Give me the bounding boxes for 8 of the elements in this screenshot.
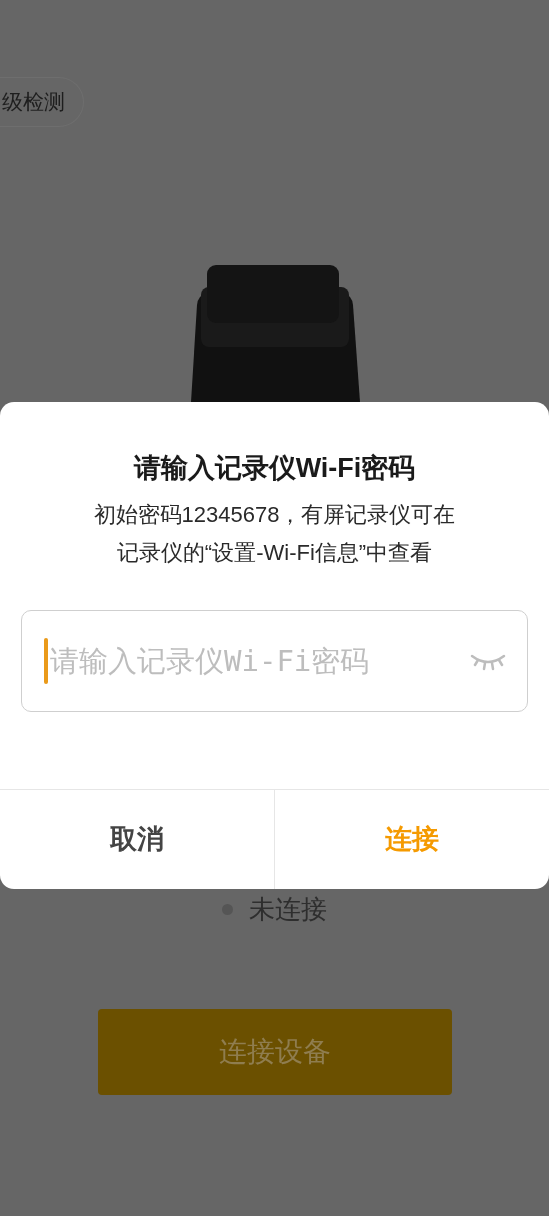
connect-device-button[interactable]: 连接设备 [97, 1009, 452, 1095]
dialog-message: 初始密码12345678，有屏记录仪可在 [93, 501, 456, 529]
cancel-button[interactable]: 取消 [0, 790, 274, 889]
connection-status: 未连接 [249, 893, 327, 926]
password-field[interactable]: 请输入记录仪Wi-Fi密码 [21, 610, 528, 712]
dialog-title: 请输入记录仪Wi-Fi密码 [132, 452, 417, 485]
connect-button[interactable]: 连接 [274, 790, 549, 889]
dialog-message: 记录仪的“设置-Wi-Fi信息”中查看 [116, 539, 433, 567]
